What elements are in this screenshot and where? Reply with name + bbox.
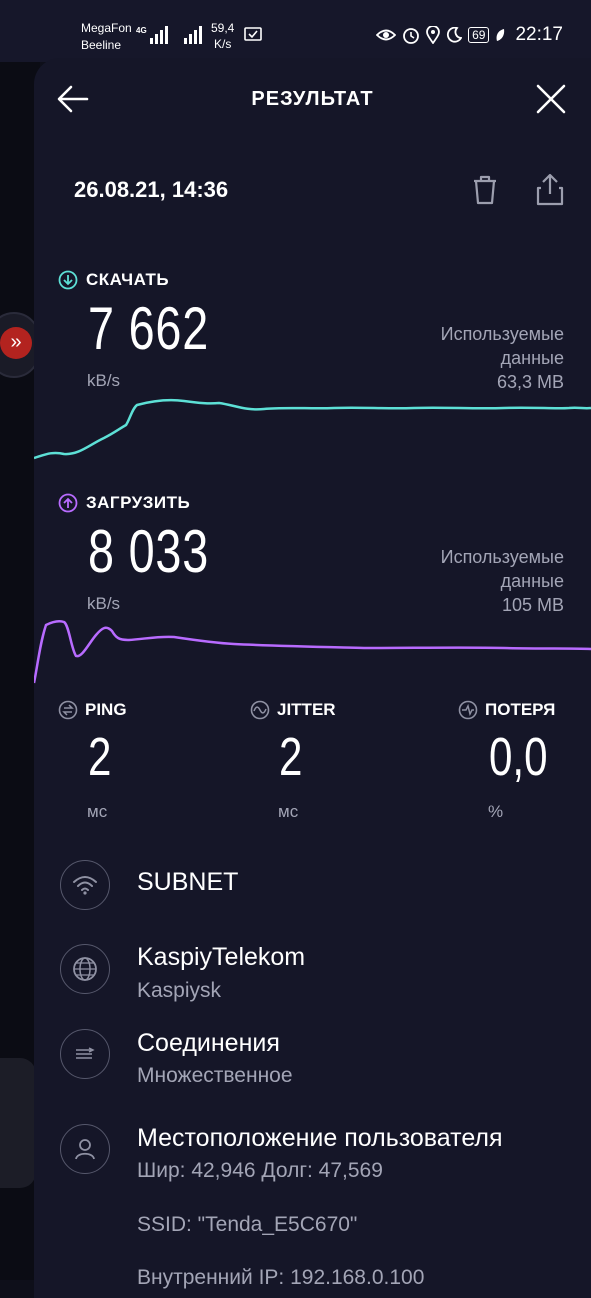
network-name: SUBNET [137, 868, 239, 896]
close-icon[interactable] [534, 82, 568, 116]
carrier-2: Beeline [81, 38, 122, 52]
upload-used-data: Используемые данные 105 MB [441, 545, 564, 617]
download-label: СКАЧАТЬ [86, 270, 170, 289]
loss-unit: % [488, 802, 504, 821]
signal-icons: 4G [136, 24, 206, 51]
download-used-label-2: данные [500, 348, 564, 368]
signal-strength-icon: 4G [136, 26, 202, 44]
download-used-label-1: Используемые [440, 324, 564, 344]
upload-graph [34, 619, 591, 684]
jitter-value: 2 [279, 727, 303, 787]
jitter-unit: мс [278, 802, 299, 821]
carrier-names: MegaFon Beeline [81, 20, 132, 54]
net-speed: 59,4 K/s [211, 20, 234, 52]
location-title: Местоположение пользователя [137, 1124, 503, 1152]
loss-label: ПОТЕРЯ [485, 700, 556, 719]
connections-icon [60, 1029, 110, 1079]
ping-label: PING [85, 700, 127, 719]
fast-forward-icon: » [0, 327, 32, 359]
ping-icon [58, 700, 78, 720]
moon-icon [447, 27, 463, 43]
globe-icon [60, 944, 110, 994]
upload-value: 8 033 [88, 518, 210, 585]
screenshot-notif-icon [244, 27, 262, 41]
download-graph [34, 398, 591, 460]
page-title: РЕЗУЛЬТАТ [251, 88, 374, 110]
user-icon [60, 1124, 110, 1174]
net-speed-unit: K/s [214, 37, 232, 51]
download-icon [58, 270, 78, 290]
trash-icon[interactable] [471, 172, 499, 208]
jitter-label: JITTER [277, 700, 336, 719]
status-right: 69 22:17 [376, 24, 563, 46]
location-icon [426, 26, 440, 44]
ping-header: PING [58, 700, 127, 720]
packet-loss-icon [458, 700, 478, 720]
ping-unit: мс [87, 802, 108, 821]
upload-used-label-1: Используемые [440, 547, 564, 567]
provider-name: KaspiyTelekom [137, 943, 306, 971]
loss-value: 0,0 [489, 727, 548, 787]
share-icon[interactable] [535, 172, 565, 208]
upload-header: ЗАГРУЗИТЬ [58, 493, 190, 513]
clock: 22:17 [515, 24, 563, 45]
upload-unit: kB/s [87, 594, 121, 613]
upload-label: ЗАГРУЗИТЬ [86, 493, 191, 512]
result-sheet: РЕЗУЛЬТАТ 26.08.21, 14:36 СКАЧАТЬ 7 662 … [34, 58, 591, 1298]
connections-title: Соединения [137, 1029, 280, 1057]
leaf-icon [496, 29, 505, 41]
internal-ip: Внутренний IP: 192.168.0.100 [137, 1266, 425, 1289]
download-header: СКАЧАТЬ [58, 270, 169, 290]
upload-used-label-2: данные [500, 571, 564, 591]
status-bar: MegaFon Beeline 4G 59,4 K/s 69 22:17 [0, 0, 591, 62]
net-badge: 4G [136, 26, 147, 35]
connections-mode: Множественное [137, 1064, 293, 1087]
jitter-header: JITTER [250, 700, 336, 720]
battery-indicator: 69 [468, 27, 490, 43]
ssid-value: SSID: "Tenda_E5C670" [137, 1213, 358, 1236]
loss-header: ПОТЕРЯ [458, 700, 555, 720]
jitter-icon [250, 700, 270, 720]
carrier-1: MegaFon [81, 21, 132, 35]
location-coords: Шир: 42,946 Долг: 47,569 [137, 1159, 383, 1182]
provider-city: Kaspiysk [137, 979, 222, 1002]
upload-icon [58, 493, 78, 513]
alarm-icon [403, 28, 419, 44]
download-value: 7 662 [88, 295, 210, 362]
background-card [0, 1058, 36, 1188]
ping-value: 2 [88, 727, 112, 787]
net-speed-value: 59,4 [211, 21, 235, 35]
wifi-icon [60, 860, 110, 910]
test-date: 26.08.21, 14:36 [74, 177, 229, 202]
eye-icon [376, 29, 397, 41]
